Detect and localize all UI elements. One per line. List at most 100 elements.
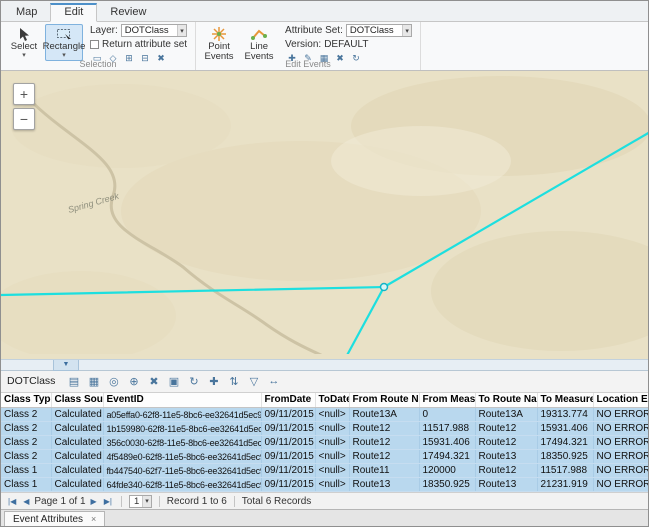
table-cell[interactable]: 17494.321 (419, 450, 475, 464)
map-canvas[interactable]: Spring Creek + − (1, 71, 648, 359)
table-cell[interactable]: 09/11/2015 (261, 408, 315, 422)
column-header[interactable]: Class Source (51, 393, 103, 408)
page-select-dropdown[interactable]: 1 ▾ (129, 495, 152, 508)
table-cell[interactable]: 0 (419, 408, 475, 422)
select-button[interactable]: Select ▾ (5, 24, 43, 61)
line-events-button[interactable]: Line Events (240, 24, 278, 64)
column-header[interactable]: To Route Name (475, 393, 537, 408)
table-cell[interactable]: 09/11/2015 (261, 478, 315, 492)
table-cell[interactable]: Calculated (51, 478, 103, 492)
tab-review[interactable]: Review (97, 4, 159, 21)
table-cell[interactable]: 356c0030-62f8-11e5-8bc6-ee32641d5ec9 (103, 436, 261, 450)
table-cell[interactable]: Route13 (349, 478, 419, 492)
column-header[interactable]: To Measure (537, 393, 593, 408)
table-cell[interactable]: NO ERROR (593, 450, 649, 464)
table-cell[interactable]: 09/11/2015 (261, 422, 315, 436)
table-cell[interactable]: Calculated (51, 408, 103, 422)
table-cell[interactable]: Calculated (51, 436, 103, 450)
column-header[interactable]: Location Error (593, 393, 649, 408)
first-page-button[interactable]: |◀ (6, 496, 18, 507)
column-header[interactable]: From Route Name (349, 393, 419, 408)
table-cell[interactable]: NO ERROR (593, 422, 649, 436)
table-cell[interactable]: Class 1 (1, 464, 51, 478)
table-cell[interactable]: NO ERROR (593, 478, 649, 492)
last-page-button[interactable]: ▶| (102, 496, 114, 507)
table-cell[interactable]: 18350.925 (537, 450, 593, 464)
table-cell[interactable]: 18350.925 (419, 478, 475, 492)
table-cell[interactable]: <null> (315, 464, 349, 478)
table-cell[interactable]: Route12 (475, 422, 537, 436)
table-row[interactable]: Class 2Calculated4f5489e0-62f8-11e5-8bc6… (1, 450, 649, 464)
table-row[interactable]: Class 2Calculated1b159980-62f8-11e5-8bc6… (1, 422, 649, 436)
point-events-button[interactable]: Point Events (200, 24, 238, 64)
table-cell[interactable]: Route12 (349, 450, 419, 464)
filter-records-icon[interactable]: ▽ (245, 373, 262, 389)
table-cell[interactable]: 15931.406 (537, 422, 593, 436)
rectangle-select-button[interactable]: Rectangle ▾ (45, 24, 83, 61)
table-cell[interactable]: fb447540-62f7-11e5-8bc6-ee32641d5ec9 (103, 464, 261, 478)
table-row[interactable]: Class 2Calculated356c0030-62f8-11e5-8bc6… (1, 436, 649, 450)
table-cell[interactable]: <null> (315, 422, 349, 436)
table-cell[interactable]: Route13 (475, 450, 537, 464)
table-cell[interactable]: Class 2 (1, 408, 51, 422)
tab-event-attributes[interactable]: Event Attributes × (4, 511, 105, 526)
table-row[interactable]: Class 1Calculated64fde340-62f8-11e5-8bc6… (1, 478, 649, 492)
table-cell[interactable]: 19313.774 (537, 408, 593, 422)
table-cell[interactable]: Calculated (51, 464, 103, 478)
table-cell[interactable]: Route13A (349, 408, 419, 422)
column-header[interactable]: EventID (103, 393, 261, 408)
table-cell[interactable]: Route12 (475, 436, 537, 450)
show-all-records-icon[interactable]: ▦ (85, 373, 102, 389)
table-cell[interactable]: 1b159980-62f8-11e5-8bc6-ee32641d5ec9 (103, 422, 261, 436)
table-cell[interactable]: NO ERROR (593, 464, 649, 478)
next-page-button[interactable]: ▶ (89, 496, 99, 507)
table-cell[interactable]: Class 1 (1, 478, 51, 492)
table-cell[interactable]: Route12 (475, 464, 537, 478)
table-cell[interactable]: 09/11/2015 (261, 464, 315, 478)
table-cell[interactable]: 64fde340-62f8-11e5-8bc6-ee32641d5ec9 (103, 478, 261, 492)
table-cell[interactable]: 120000 (419, 464, 475, 478)
attribute-set-dropdown[interactable]: DOTClass ▾ (346, 24, 412, 37)
table-cell[interactable]: Calculated (51, 450, 103, 464)
panel-splitter[interactable]: ▼ (1, 359, 648, 371)
table-cell[interactable]: <null> (315, 408, 349, 422)
return-attribute-set-checkbox[interactable] (90, 40, 99, 49)
column-header[interactable]: FromDate (261, 393, 315, 408)
table-cell[interactable]: Route12 (349, 436, 419, 450)
table-cell[interactable]: Route11 (349, 464, 419, 478)
table-cell[interactable]: 15931.406 (419, 436, 475, 450)
table-cell[interactable]: 11517.988 (537, 464, 593, 478)
collapse-panel-button[interactable]: ▼ (53, 360, 79, 371)
table-row[interactable]: Class 2Calculateda05effa0-62f8-11e5-8bc6… (1, 408, 649, 422)
table-cell[interactable]: <null> (315, 450, 349, 464)
zoom-out-button[interactable]: − (13, 108, 35, 130)
pan-to-selection-icon[interactable]: ⊕ (125, 373, 142, 389)
table-cell[interactable]: 11517.988 (419, 422, 475, 436)
column-header[interactable]: From Measure (419, 393, 475, 408)
table-cell[interactable]: NO ERROR (593, 408, 649, 422)
table-cell[interactable]: Route12 (349, 422, 419, 436)
save-edits-icon[interactable]: ▣ (165, 373, 182, 389)
table-cell[interactable]: 4f5489e0-62f8-11e5-8bc6-ee32641d5ec9 (103, 450, 261, 464)
table-cell[interactable]: <null> (315, 478, 349, 492)
close-icon[interactable]: × (91, 514, 96, 524)
column-header[interactable]: ToDate (315, 393, 349, 408)
add-record-icon[interactable]: ✚ (205, 373, 222, 389)
previous-page-button[interactable]: ◀ (21, 496, 31, 507)
resize-columns-icon[interactable]: ↔ (265, 373, 282, 389)
table-cell[interactable]: 17494.321 (537, 436, 593, 450)
refresh-icon[interactable]: ↻ (185, 373, 202, 389)
table-cell[interactable]: NO ERROR (593, 436, 649, 450)
route-junction-marker[interactable] (381, 284, 388, 291)
table-cell[interactable]: <null> (315, 436, 349, 450)
layer-dropdown[interactable]: DOTClass ▾ (121, 24, 187, 37)
table-cell[interactable]: 09/11/2015 (261, 436, 315, 450)
table-cell[interactable]: Route13 (475, 478, 537, 492)
table-cell[interactable]: Class 2 (1, 436, 51, 450)
zoom-in-button[interactable]: + (13, 83, 35, 105)
table-cell[interactable]: Class 2 (1, 450, 51, 464)
clear-selection-icon[interactable]: ✖ (145, 373, 162, 389)
tab-edit[interactable]: Edit (50, 3, 97, 22)
tab-map[interactable]: Map (3, 4, 50, 21)
sort-records-icon[interactable]: ⇅ (225, 373, 242, 389)
